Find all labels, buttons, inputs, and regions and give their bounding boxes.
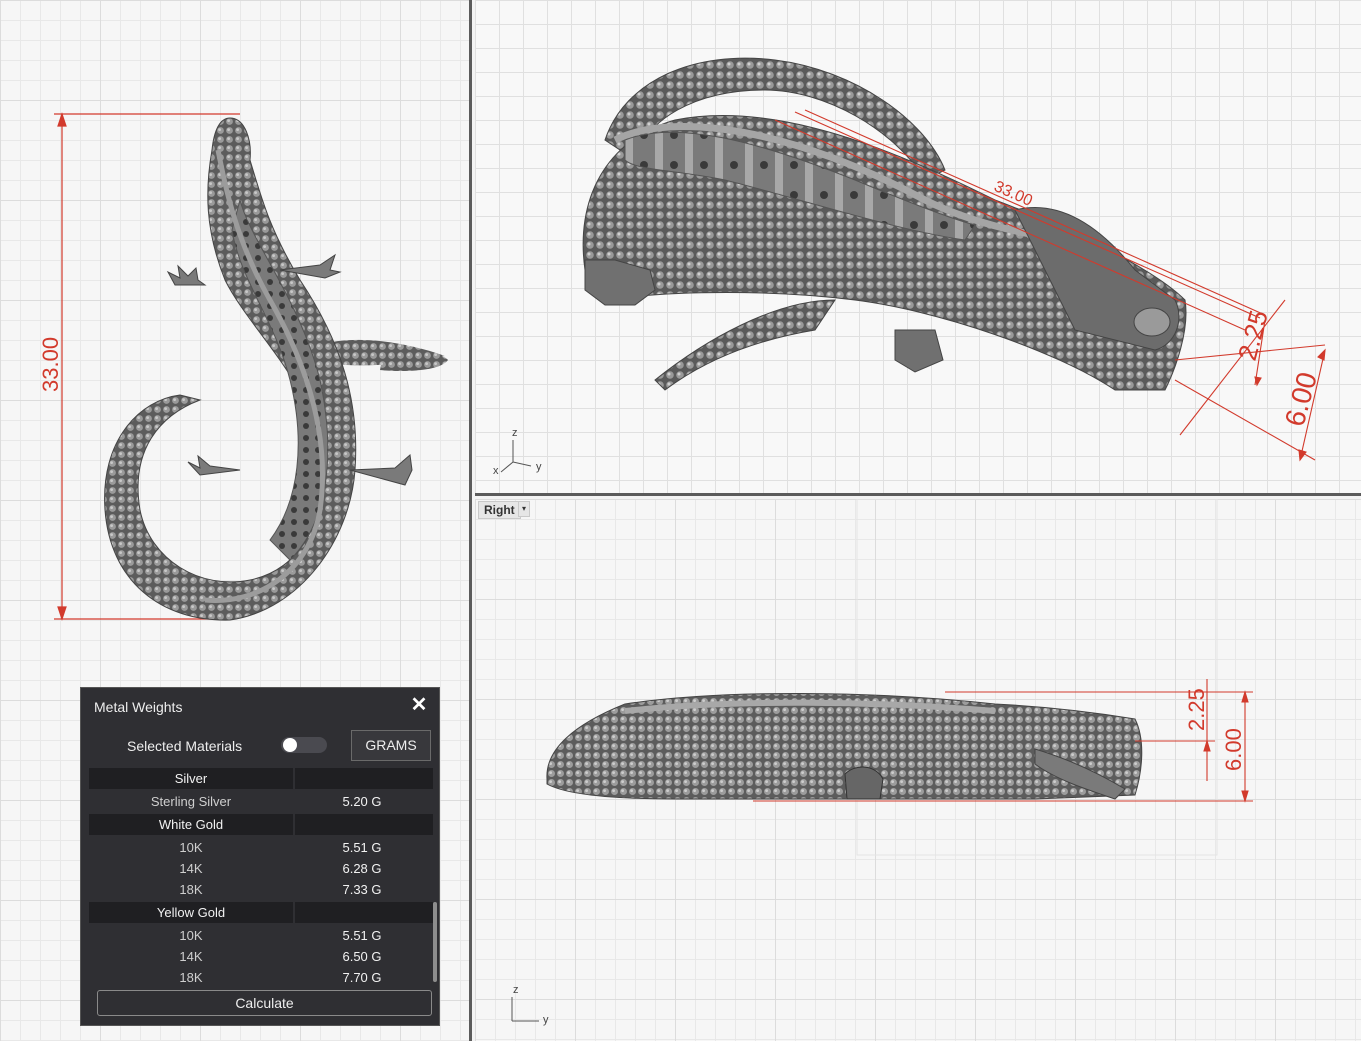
- view-frame: [856, 499, 1218, 856]
- axis-x-label: x: [493, 465, 499, 477]
- axis-gizmo: [511, 997, 539, 1022]
- right-small-label: 2.25: [1184, 688, 1209, 731]
- material-label: 10K: [179, 928, 203, 943]
- group-header: Silver: [89, 768, 433, 789]
- axis-gizmo: [500, 440, 532, 473]
- table-row: 18K 7.70 G: [89, 967, 433, 982]
- material-weight: 5.20 G: [342, 794, 382, 809]
- material-weight: 5.51 G: [342, 840, 382, 855]
- group-name: Silver: [174, 771, 208, 786]
- group-header: White Gold: [89, 814, 433, 835]
- group-name: White Gold: [158, 817, 224, 832]
- crocodile-side-model: [546, 693, 1143, 800]
- metal-weights-panel: Metal Weights ✕ Selected Materials GRAMS…: [80, 687, 440, 1026]
- table-row: Sterling Silver 5.20 G: [89, 791, 433, 812]
- units-button[interactable]: GRAMS: [351, 730, 431, 761]
- selected-materials-toggle[interactable]: [281, 737, 327, 753]
- table-row: 14K 6.50 G: [89, 946, 433, 967]
- material-label: 18K: [179, 882, 203, 897]
- material-weight: 5.51 G: [342, 928, 382, 943]
- table-row: 10K 5.51 G: [89, 925, 433, 946]
- weights-table: Silver Sterling Silver 5.20 G White Gold …: [89, 768, 433, 982]
- axis-z-label: z: [512, 427, 518, 439]
- material-label: 10K: [179, 840, 203, 855]
- table-row: 14K 6.28 G: [89, 858, 433, 879]
- axis-z-label: z: [513, 984, 519, 996]
- perspective-height-label: 6.00: [1279, 369, 1323, 430]
- toggle-knob: [283, 738, 297, 752]
- material-weight: 7.33 G: [342, 882, 382, 897]
- viewport-top[interactable]: 33.00 Metal Weights ✕ Selected Materials…: [0, 0, 472, 1041]
- perspective-view-canvas: 33.00 2.25 6.00 z y x: [493, 57, 1326, 477]
- crocodile-top-model: [104, 117, 448, 621]
- material-label: 14K: [179, 949, 203, 964]
- material-weight: 6.28 G: [342, 861, 382, 876]
- material-label: 14K: [179, 861, 203, 876]
- selected-materials-label: Selected Materials: [127, 738, 243, 754]
- viewport-perspective[interactable]: 33.00 2.25 6.00 z y x: [475, 0, 1361, 496]
- crocodile-perspective-model: [582, 57, 1187, 391]
- viewport-right[interactable]: Right ▾ 2.25 6.00 z y: [475, 499, 1361, 1041]
- material-weight: 6.50 G: [342, 949, 382, 964]
- right-view-canvas: 2.25 6.00 z y: [511, 499, 1253, 1026]
- axis-y-label: y: [543, 1014, 549, 1026]
- panel-title: Metal Weights: [94, 699, 183, 715]
- group-name: Yellow Gold: [156, 905, 226, 920]
- axis-y-label: y: [536, 461, 542, 473]
- top-dimension-label: 33.00: [38, 337, 63, 392]
- perspective-small-label: 2.25: [1232, 307, 1274, 364]
- group-header: Yellow Gold: [89, 902, 433, 923]
- table-scrollbar[interactable]: [433, 902, 437, 982]
- close-icon[interactable]: ✕: [409, 695, 429, 715]
- right-height-label: 6.00: [1221, 728, 1246, 771]
- table-row: 18K 7.33 G: [89, 879, 433, 900]
- material-weight: 7.70 G: [342, 970, 382, 982]
- material-label: 18K: [179, 970, 203, 982]
- material-label: Sterling Silver: [150, 794, 232, 809]
- table-row: 10K 5.51 G: [89, 837, 433, 858]
- calculate-button[interactable]: Calculate: [97, 990, 432, 1016]
